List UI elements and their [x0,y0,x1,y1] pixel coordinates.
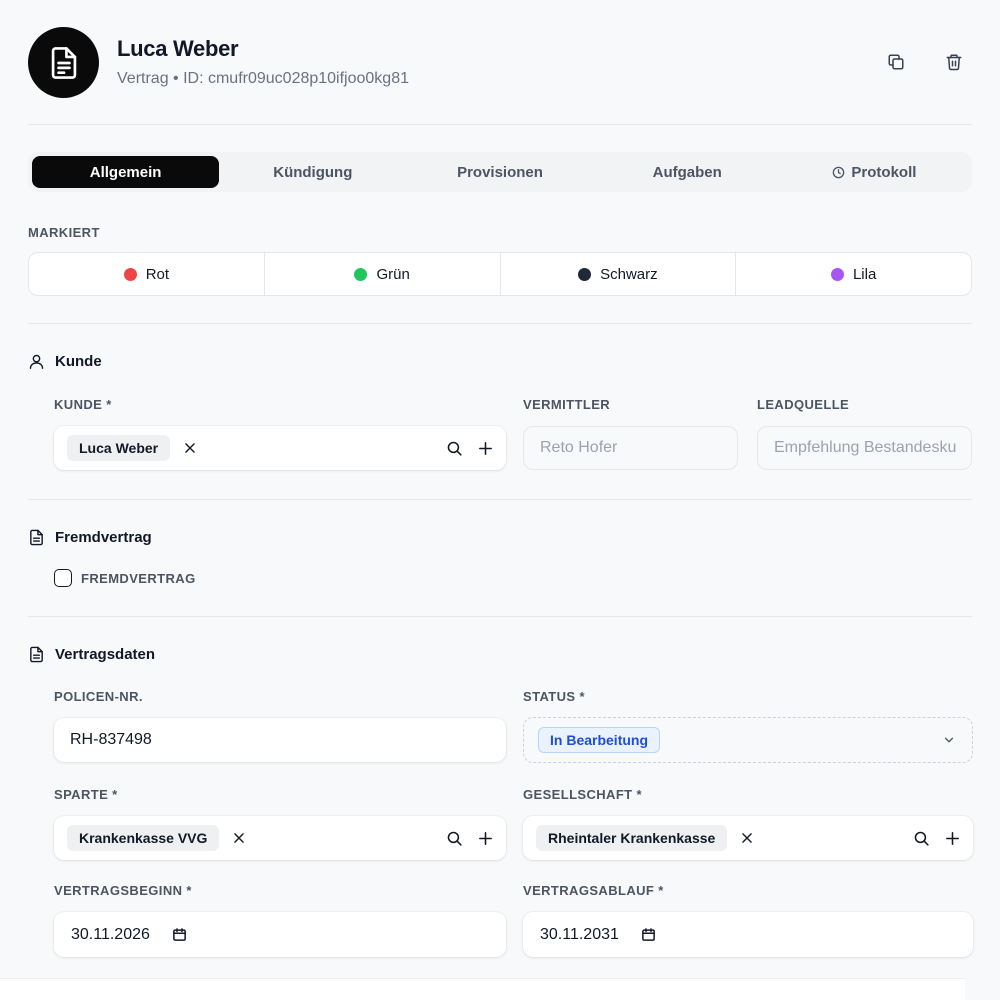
leadquelle-field[interactable]: Empfehlung Bestandesku [757,426,972,470]
status-field-label: STATUS * [523,689,585,704]
fremdvertrag-checkbox-label: FREMDVERTRAG [81,571,196,586]
markiert-label: MARKIERT [28,225,100,240]
kunde-field-label: KUNDE * [54,397,112,412]
clear-kunde-button[interactable] [183,441,197,455]
tab-kuendigung[interactable]: Kündigung [219,156,406,188]
user-icon [29,354,44,369]
search-gesellschaft-button[interactable] [913,830,930,847]
leadquelle-field-label: LEADQUELLE [757,397,850,412]
bottom-bar [0,978,965,1000]
vertragsbeginn-field-label: VERTRAGSBEGINN * [54,883,192,898]
plus-icon [946,831,959,845]
vertragsablauf-field-label: VERTRAGSABLAUF * [523,883,664,898]
vermittler-field-label: VERMITTLER [523,397,611,412]
sparte-field-label: SPARTE * [54,787,118,802]
policen-field-label: POLICEN-NR. [54,689,143,704]
duplicate-button[interactable] [884,50,908,74]
kunde-select[interactable]: Luca Weber [54,426,506,470]
marker-gruen[interactable]: Grün [265,253,501,295]
fremdvertrag-section-header: Fremdvertrag [28,529,152,546]
kunde-section-header: Kunde [28,353,102,370]
calendar-icon [642,928,655,941]
open-calendar-button[interactable] [641,927,656,942]
search-icon [914,831,929,846]
tab-allgemein[interactable]: Allgemein [32,156,220,188]
add-sparte-button[interactable] [477,830,494,847]
sparte-select[interactable]: Krankenkasse VVG [54,816,506,860]
sparte-chip: Krankenkasse VVG [67,825,220,851]
vertragsdaten-section-header: Vertragsdaten [28,646,155,663]
document-icon [51,46,76,79]
vertragsablauf-date-input[interactable]: 30.11.2031 [523,912,973,957]
vertragsbeginn-date-input[interactable]: 30.11.2026 [54,912,506,957]
header-divider [28,124,972,125]
contract-avatar [28,27,99,98]
gesellschaft-chip: Rheintaler Krankenkasse [536,825,728,851]
clear-sparte-button[interactable] [232,831,246,845]
gesellschaft-select[interactable]: Rheintaler Krankenkasse [523,816,973,860]
close-icon [234,833,245,843]
search-sparte-button[interactable] [446,830,463,847]
gesellschaft-field-label: GESELLSCHAFT * [523,787,642,802]
status-dropdown-toggle[interactable] [942,733,956,747]
fremdvertrag-checkbox[interactable] [54,569,72,587]
copy-icon [888,54,904,70]
section-divider [28,616,972,617]
red-dot-icon [123,267,137,281]
trash-icon [946,54,962,71]
vermittler-field[interactable]: Reto Hofer [523,426,738,470]
tab-bar: Allgemein Kündigung Provisionen Aufgaben… [28,152,972,192]
chevron-down-icon [944,737,954,743]
tab-aufgaben[interactable]: Aufgaben [594,156,781,188]
search-icon [447,441,462,456]
plus-icon [479,441,492,455]
clock-icon [833,166,845,178]
search-kunde-button[interactable] [446,440,463,457]
document-icon [30,646,43,663]
section-divider [28,499,972,500]
tab-protokoll[interactable]: Protokoll [781,156,968,188]
add-kunde-button[interactable] [477,440,494,457]
color-marker-group: Rot Grün Schwarz Lila [28,252,972,296]
plus-icon [479,831,492,845]
open-calendar-button[interactable] [172,927,187,942]
status-select[interactable]: In Bearbeitung [523,717,973,763]
page-subtitle: Vertrag • ID: cmufr09uc028p10ifjoo0kg81 [117,70,409,87]
status-badge: In Bearbeitung [538,727,661,753]
green-dot-icon [354,267,368,281]
marker-rot[interactable]: Rot [29,253,265,295]
delete-button[interactable] [942,50,966,74]
marker-lila[interactable]: Lila [736,253,971,295]
kunde-chip: Luca Weber [67,435,171,461]
marker-schwarz[interactable]: Schwarz [501,253,737,295]
close-icon [742,833,753,843]
policen-input[interactable]: RH-837498 [54,718,506,762]
close-icon [185,443,195,453]
document-icon [30,529,43,546]
search-icon [447,831,462,846]
clear-gesellschaft-button[interactable] [740,831,754,845]
tab-provisionen[interactable]: Provisionen [406,156,593,188]
black-dot-icon [578,267,592,281]
section-divider [28,323,972,324]
add-gesellschaft-button[interactable] [944,830,961,847]
purple-dot-icon [830,267,844,281]
calendar-icon [173,928,186,941]
page-title: Luca Weber [117,36,239,61]
